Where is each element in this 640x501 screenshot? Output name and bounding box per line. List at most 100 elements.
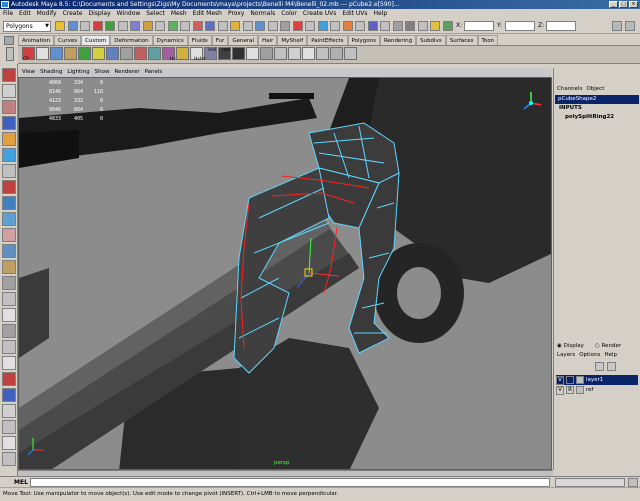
shelf-tool-icon[interactable] [64, 47, 77, 60]
status-tool-icon[interactable] [355, 21, 365, 31]
shelf-tool-icon[interactable] [302, 47, 315, 60]
channels-menu[interactable]: Channels [557, 85, 582, 94]
shelf-tool-icon[interactable] [92, 47, 105, 60]
options-menu[interactable]: Options [579, 352, 600, 358]
status-tool-icon[interactable] [330, 21, 340, 31]
toolbox-tool-icon[interactable] [2, 276, 16, 290]
layer-color-swatch[interactable] [576, 376, 584, 384]
menu-color[interactable]: Color [281, 9, 297, 19]
status-tool-icon[interactable] [292, 21, 303, 31]
maximize-icon[interactable]: □ [619, 1, 628, 8]
layer-color-swatch[interactable] [576, 386, 584, 394]
create-layer-from-selected-icon[interactable] [607, 362, 616, 371]
y-field[interactable] [505, 21, 535, 31]
shelf-tool-icon[interactable] [274, 47, 287, 60]
shelf-scroll-icon[interactable] [6, 47, 14, 61]
shelf-tool-icon[interactable] [134, 47, 147, 60]
status-tool-icon[interactable] [67, 21, 78, 31]
layers-menu[interactable]: Layers [557, 352, 575, 358]
toolbox-tool-icon[interactable] [2, 292, 16, 306]
toolbox-tool-icon[interactable] [2, 100, 16, 114]
menu-edit-mesh[interactable]: Edit Mesh [193, 9, 222, 19]
toolbox-tool-icon[interactable] [2, 308, 16, 322]
status-tool-icon[interactable] [430, 21, 440, 31]
close-icon[interactable]: × [629, 1, 638, 8]
toolbox-tool-icon[interactable] [2, 116, 16, 130]
menu-mesh[interactable]: Mesh [171, 9, 187, 19]
shelf-tool-icon[interactable] [148, 47, 161, 60]
status-tool-icon[interactable] [192, 21, 203, 31]
status-tool-icon[interactable] [142, 21, 153, 31]
status-tool-icon[interactable] [305, 21, 315, 31]
toolbox-tool-icon[interactable] [2, 324, 16, 338]
toolbox-tool-icon[interactable] [2, 388, 16, 402]
status-tool-icon[interactable] [155, 21, 165, 31]
input-node[interactable]: polySplitRing22 [565, 114, 614, 120]
status-tool-icon[interactable] [230, 21, 240, 31]
tab-hair[interactable]: Hair [258, 35, 278, 45]
menu-edit-uvs[interactable]: Edit UVs [342, 9, 367, 19]
layer-display-type-toggle[interactable] [566, 376, 574, 384]
status-tool-icon[interactable] [392, 21, 403, 31]
shelf-tool-icon[interactable] [120, 47, 133, 60]
shelf-tool-icon[interactable] [288, 47, 301, 60]
toolbox-tool-icon[interactable] [2, 164, 16, 178]
help-menu[interactable]: Help [604, 352, 617, 358]
minimize-icon[interactable]: _ [609, 1, 618, 8]
layer-row[interactable]: V Rref [556, 385, 638, 395]
status-tool-icon[interactable] [380, 21, 390, 31]
toolbox-tool-icon[interactable] [2, 260, 16, 274]
menu-normals[interactable]: Normals [250, 9, 275, 19]
status-tool-icon[interactable] [267, 21, 278, 31]
tab-fluids[interactable]: Fluids [187, 35, 212, 45]
status-tool-icon[interactable] [442, 21, 453, 31]
status-tool-icon[interactable] [105, 21, 115, 31]
panel-menu-show[interactable]: Show [95, 68, 110, 77]
z-field[interactable] [546, 21, 576, 31]
tab-toon[interactable]: Toon [477, 35, 499, 45]
shelf-tool-icon[interactable] [246, 47, 259, 60]
perspective-viewport[interactable]: 4868 334 0 8146 664 118 4123 332 0 8046 664 0 4833 40… [18, 77, 552, 470]
status-tool-icon[interactable] [217, 21, 228, 31]
status-tool-icon[interactable] [367, 21, 378, 31]
menu-create-uvs[interactable]: Create UVs [303, 9, 336, 19]
toolbox-tool-icon[interactable] [2, 212, 16, 226]
x-field[interactable] [464, 21, 494, 31]
shelf-tool-icon[interactable] [232, 47, 245, 60]
command-input[interactable] [30, 478, 550, 487]
tab-painteffects[interactable]: PaintEffects [307, 35, 348, 45]
shelf-tool-icon[interactable] [316, 47, 329, 60]
status-tool-icon[interactable] [405, 21, 415, 31]
menu-modify[interactable]: Modify [37, 9, 57, 19]
panel-menu-shading[interactable]: Shading [40, 68, 62, 77]
tab-dynamics[interactable]: Dynamics [152, 35, 188, 45]
tab-custom[interactable]: Custom [81, 35, 111, 45]
tab-general[interactable]: General [228, 35, 259, 45]
object-menu[interactable]: Object [586, 85, 604, 94]
menu-window[interactable]: Window [117, 9, 141, 19]
toolbox-tool-icon[interactable] [2, 180, 16, 194]
shelf-gear-icon[interactable] [4, 36, 14, 45]
status-tool-icon[interactable] [317, 21, 328, 31]
attribute-editor-toggle-icon[interactable] [625, 21, 635, 31]
shelf-tool-icon[interactable] [176, 47, 189, 60]
status-tool-icon[interactable] [180, 21, 190, 31]
display-radio[interactable]: ◉ Display [557, 343, 584, 349]
tab-deformation[interactable]: Deformation [110, 35, 153, 45]
status-tool-icon[interactable] [280, 21, 290, 31]
toolbox-tool-icon[interactable] [2, 68, 16, 82]
toolbox-tool-icon[interactable] [2, 420, 16, 434]
tab-animation[interactable]: Animation [18, 35, 55, 45]
menu-proxy[interactable]: Proxy [228, 9, 244, 19]
tab-subdivs[interactable]: Subdivs [416, 35, 446, 45]
layer-visibility-toggle[interactable]: V [556, 385, 564, 395]
status-tool-icon[interactable] [117, 21, 128, 31]
tab-curves[interactable]: Curves [54, 35, 82, 45]
shelf-tool-icon[interactable] [50, 47, 63, 60]
status-tool-icon[interactable] [342, 21, 353, 31]
status-tool-icon[interactable] [205, 21, 215, 31]
menu-create[interactable]: Create [63, 9, 83, 19]
toolbox-tool-icon[interactable] [2, 436, 16, 450]
panel-menu-view[interactable]: View [22, 68, 35, 77]
status-tool-icon[interactable] [55, 21, 65, 31]
